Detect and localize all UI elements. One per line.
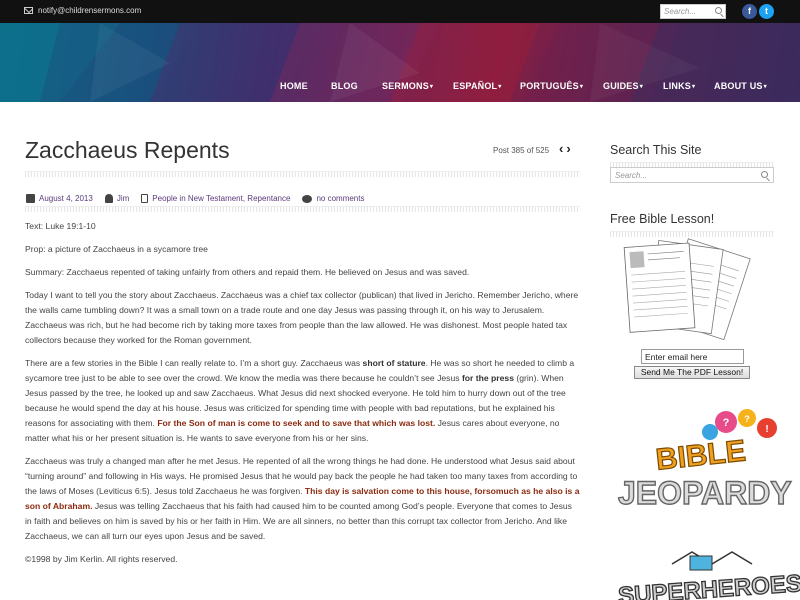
send-lesson-button[interactable]: Send Me The PDF Lesson!	[634, 366, 750, 379]
sidebar-lesson-heading: Free Bible Lesson!	[610, 212, 715, 226]
paragraph-3: Zacchaeus was truly a changed man after …	[25, 456, 580, 541]
jeopardy-word-text: JEOPARDY	[618, 475, 792, 511]
paragraph-1: Today I want to tell you the story about…	[25, 290, 579, 345]
email-contact[interactable]: notify@childrensermons.com	[24, 6, 141, 15]
bible-jeopardy-banner[interactable]: ? ? ! BIBLE JEOPARDY	[612, 408, 800, 513]
top-bar: notify@childrensermons.com Search... f t	[0, 0, 800, 23]
svg-text:?: ?	[744, 414, 750, 424]
chevron-down-icon: ▾	[498, 84, 502, 90]
post-categories[interactable]: People in New Testament, Repentance	[152, 194, 290, 203]
post-counter: Post 385 of 525	[493, 146, 550, 155]
search-icon[interactable]	[715, 7, 722, 14]
nav-blog[interactable]: BLOG	[331, 81, 358, 91]
superheroes-text: SUPERHEROES	[617, 570, 800, 600]
calendar-icon	[26, 194, 35, 203]
paragraph-2: There are a few stories in the Bible I c…	[25, 358, 575, 443]
post-title: Zacchaeus Repents	[25, 137, 230, 163]
comment-icon	[302, 194, 313, 203]
post-author[interactable]: Jim	[117, 194, 129, 203]
email-address[interactable]: notify@childrensermons.com	[38, 6, 141, 15]
nav-guides[interactable]: GUIDES▾	[603, 81, 643, 91]
copyright: ©1998 by Jim Kerlin. All rights reserved…	[25, 554, 178, 564]
envelope-icon	[24, 7, 33, 14]
document-icon	[141, 194, 149, 203]
post-meta: August 4, 2013 Jim People in New Testame…	[26, 194, 376, 203]
search-icon[interactable]	[761, 171, 768, 178]
chevron-down-icon: ▾	[429, 84, 434, 90]
post-navigation: ‹›	[559, 141, 574, 156]
summary-text: Summary: Zacchaeus repented of taking un…	[25, 267, 470, 277]
site-header: HOME BLOG SERMONS▾ ESPAÑOL▾ PORTUGUÊS▾ G…	[0, 23, 800, 102]
nav-home[interactable]: HOME	[280, 81, 308, 91]
nav-about-us[interactable]: ABOUT US▾	[714, 81, 767, 91]
lesson-pages-image[interactable]	[612, 237, 772, 347]
nav-espanol[interactable]: ESPAÑOL▾	[453, 81, 501, 91]
top-search-input[interactable]: Search...	[660, 4, 726, 19]
nav-sermons[interactable]: SERMONS▾	[382, 81, 433, 91]
sidebar-search-input[interactable]: Search...	[610, 167, 774, 183]
chevron-down-icon: ▾	[692, 84, 696, 90]
email-field[interactable]: Enter email here	[641, 349, 744, 364]
jeopardy-bible-text: BIBLE	[654, 434, 747, 476]
svg-text:!: !	[765, 424, 768, 435]
post-date[interactable]: August 4, 2013	[39, 194, 93, 203]
nav-links[interactable]: LINKS▾	[663, 81, 695, 91]
superheroes-banner[interactable]: SUPERHEROES	[612, 550, 800, 600]
next-post-arrow-icon[interactable]: ›	[566, 141, 573, 156]
chevron-down-icon: ▾	[639, 84, 643, 90]
user-icon	[104, 194, 113, 203]
chevron-down-icon: ▾	[763, 84, 767, 90]
scripture-highlight: For the Son of man is come to seek and t…	[157, 418, 436, 428]
chevron-down-icon: ▾	[579, 84, 584, 90]
nav-portugues[interactable]: PORTUGUÊS▾	[520, 81, 583, 91]
title-divider	[25, 171, 580, 177]
facebook-icon[interactable]: f	[742, 4, 757, 19]
sidebar-search-heading: Search This Site	[610, 143, 702, 157]
post-comments-link[interactable]: no comments	[316, 194, 364, 203]
scripture-text: Text: Luke 19:1-10	[25, 221, 96, 231]
post-content: Text: Luke 19:1-10 Prop: a picture of Za…	[25, 219, 581, 575]
twitter-icon[interactable]: t	[759, 4, 774, 19]
main-nav: HOME BLOG SERMONS▾ ESPAÑOL▾ PORTUGUÊS▾ G…	[0, 81, 800, 95]
meta-divider	[25, 206, 580, 212]
prop-text: Prop: a picture of Zacchaeus in a sycamo…	[25, 244, 208, 254]
svg-text:?: ?	[723, 417, 730, 429]
